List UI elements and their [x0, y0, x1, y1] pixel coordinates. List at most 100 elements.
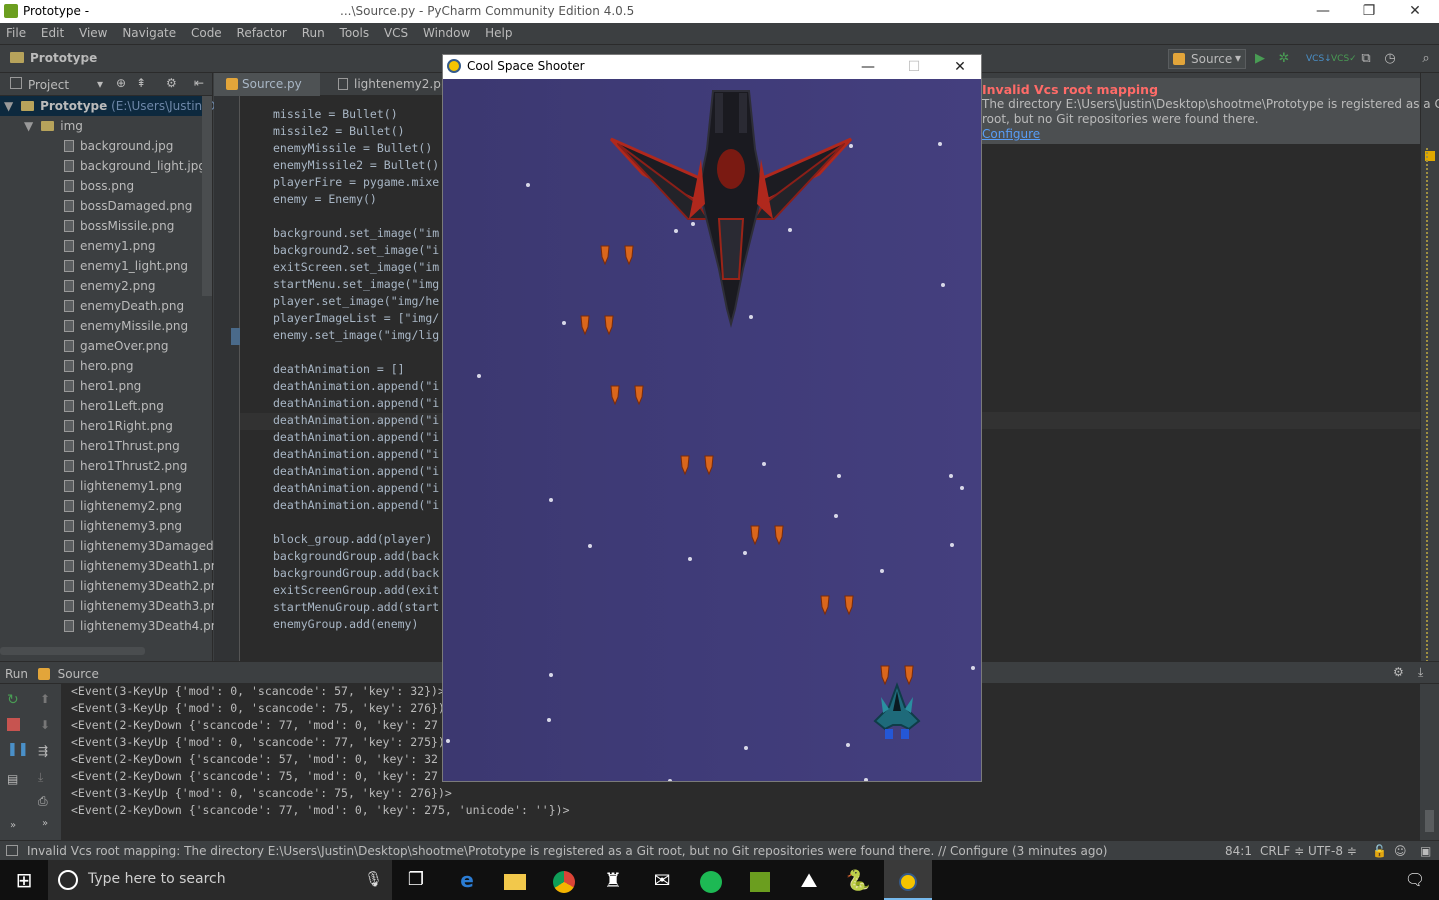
event-log-icon[interactable]: ▣ [1420, 844, 1431, 858]
vcs-update-icon[interactable]: VCS↓ [1306, 49, 1332, 69]
console-scrollbar[interactable] [1420, 684, 1439, 840]
tree-file[interactable]: background_light.jpg [0, 156, 206, 176]
tool-window-toggle-icon[interactable] [6, 845, 18, 856]
tree-file[interactable]: lightenemy2.png [0, 496, 182, 516]
arrow-down-icon[interactable]: ⬇ [40, 718, 50, 732]
windows-start-icon[interactable]: ⊞ [0, 860, 48, 900]
line-separator[interactable]: CRLF ≑ [1260, 844, 1304, 858]
game-minimize-button[interactable]: — [845, 55, 891, 79]
task-view-icon[interactable]: ❐ [392, 860, 440, 900]
gear-icon[interactable]: ⚙ [166, 76, 177, 90]
tree-file[interactable]: lightenemy3Death2.pn [0, 576, 218, 596]
expand-icon[interactable]: » [10, 820, 16, 831]
mail-icon[interactable]: ✉ [638, 860, 686, 900]
vcs-commit-icon[interactable]: VCS✓ [1331, 49, 1357, 69]
hide-panel-icon[interactable]: ⤓ [1418, 665, 1423, 680]
tree-hscrollbar[interactable] [0, 647, 145, 655]
close-button[interactable]: ✕ [1392, 0, 1438, 23]
tree-file[interactable]: lightenemy3Death4.pn [0, 616, 218, 636]
menu-window[interactable]: Window [417, 23, 475, 40]
debug-icon[interactable]: ✲ [1274, 49, 1294, 69]
pygame-app-icon[interactable] [884, 860, 932, 900]
tree-file[interactable]: enemyDeath.png [0, 296, 184, 316]
collapse-all-icon[interactable]: ⇞ [136, 76, 146, 90]
menu-help[interactable]: Help [479, 23, 517, 40]
notifications-icon[interactable]: 🗨 [1391, 860, 1439, 900]
inspector-icon[interactable]: ☺ [1394, 844, 1407, 858]
scroll-to-end-icon[interactable]: ⤓ [38, 770, 43, 785]
file-encoding[interactable]: UTF-8 ≑ [1308, 844, 1357, 858]
tree-file[interactable]: hero1Thrust.png [0, 436, 180, 456]
vcs-notification[interactable]: Invalid Vcs root mapping The directory E… [982, 78, 1439, 144]
spotify-icon[interactable] [687, 860, 735, 900]
chevron-down-icon[interactable]: ▼ [24, 119, 33, 133]
tree-file[interactable]: hero1Left.png [0, 396, 164, 416]
configure-link[interactable]: Configure [982, 127, 1439, 142]
pause-icon[interactable]: ❚❚ [7, 742, 29, 757]
tree-root[interactable]: ▼ Prototype (E:\Users\Justin\De [0, 96, 223, 116]
tree-file[interactable]: enemy1_light.png [0, 256, 188, 276]
editor-error-stripe[interactable] [1420, 73, 1439, 698]
game-maximize-button[interactable]: ☐ [891, 55, 937, 79]
code-editor-right[interactable] [982, 96, 1420, 661]
tree-file[interactable]: hero1.png [0, 376, 141, 396]
menu-vcs[interactable]: VCS [378, 23, 413, 40]
minimize-button[interactable]: — [1300, 0, 1346, 23]
rerun-icon[interactable]: ↻ [7, 692, 19, 708]
menu-file[interactable]: File [0, 23, 31, 40]
code-editor[interactable]: missile = Bullet() missile2 = Bullet() ene… [214, 96, 442, 661]
game-canvas[interactable] [443, 79, 981, 781]
tab-source[interactable]: Source.py × [214, 73, 320, 114]
tab-lightenemy2[interactable]: lightenemy2.png [320, 73, 456, 96]
chrome-icon[interactable] [540, 860, 588, 900]
gear-icon[interactable]: ⚙ [1393, 665, 1404, 679]
hide-panel-icon[interactable]: ⇤ [194, 76, 204, 90]
run-icon[interactable]: ▶ [1250, 49, 1270, 69]
menu-tools[interactable]: Tools [334, 23, 375, 40]
tree-file[interactable]: bossMissile.png [0, 216, 174, 236]
menu-run[interactable]: Run [296, 23, 330, 40]
menu-refactor[interactable]: Refactor [231, 23, 292, 40]
tree-file[interactable]: hero1Right.png [0, 416, 173, 436]
menu-navigate[interactable]: Navigate [116, 23, 181, 40]
menu-view[interactable]: View [73, 23, 112, 40]
tree-file[interactable]: enemyMissile.png [0, 316, 188, 336]
vcs-compare-icon[interactable]: ⧉ [1356, 49, 1376, 69]
tree-file[interactable]: gameOver.png [0, 336, 168, 356]
chevron-down-icon[interactable]: ▾ [97, 77, 103, 91]
tree-file[interactable]: enemy2.png [0, 276, 155, 296]
file-explorer-icon[interactable] [491, 860, 539, 900]
tree-file[interactable]: lightenemy3.png [0, 516, 182, 536]
tree-file[interactable]: enemy1.png [0, 236, 155, 256]
photos-icon[interactable]: ⛰ [785, 860, 833, 900]
tree-file[interactable]: lightenemy1.png [0, 476, 182, 496]
run-config-select[interactable]: Source [1168, 49, 1246, 69]
soft-wrap-icon[interactable]: ⇶ [38, 744, 48, 758]
search-icon[interactable]: ⌕ [1416, 49, 1436, 69]
tree-file[interactable]: boss.png [0, 176, 134, 196]
tree-folder-img[interactable]: ▼ img [0, 116, 83, 136]
app-icon[interactable]: ♜ [589, 860, 637, 900]
taskbar-search[interactable]: Type here to search 🎙 [48, 860, 392, 900]
edge-icon[interactable]: e [443, 860, 491, 900]
tree-file[interactable]: lightenemy3Death3.pn [0, 596, 218, 616]
tree-file[interactable]: hero.png [0, 356, 133, 376]
tree-file[interactable]: bossDamaged.png [0, 196, 192, 216]
tree-file[interactable]: hero1Thrust2.png [0, 456, 187, 476]
status-message[interactable]: Invalid Vcs root mapping: The directory … [27, 844, 1107, 858]
lock-icon[interactable]: 🔓 [1372, 844, 1387, 858]
tree-file[interactable]: lightenemy3Damaged. [0, 536, 217, 556]
restore-layout-icon[interactable]: ▤ [7, 772, 18, 786]
print-icon[interactable]: ⎙ [38, 794, 48, 809]
python-app-icon[interactable]: 🐍 [834, 860, 882, 900]
expand-icon[interactable]: » [42, 818, 48, 829]
game-window[interactable]: Cool Space Shooter — ☐ ✕ [442, 54, 982, 782]
tree-file[interactable]: lightenemy3Death1.pn [0, 556, 218, 576]
pycharm-icon[interactable] [736, 860, 784, 900]
tree-scrollbar[interactable] [202, 96, 212, 296]
scroll-from-source-icon[interactable]: ⊕ [116, 76, 126, 90]
tree-file[interactable]: background.jpg [0, 136, 173, 156]
maximize-button[interactable]: ❐ [1346, 0, 1392, 23]
arrow-up-icon[interactable]: ⬆ [40, 692, 50, 706]
menu-code[interactable]: Code [185, 23, 227, 40]
